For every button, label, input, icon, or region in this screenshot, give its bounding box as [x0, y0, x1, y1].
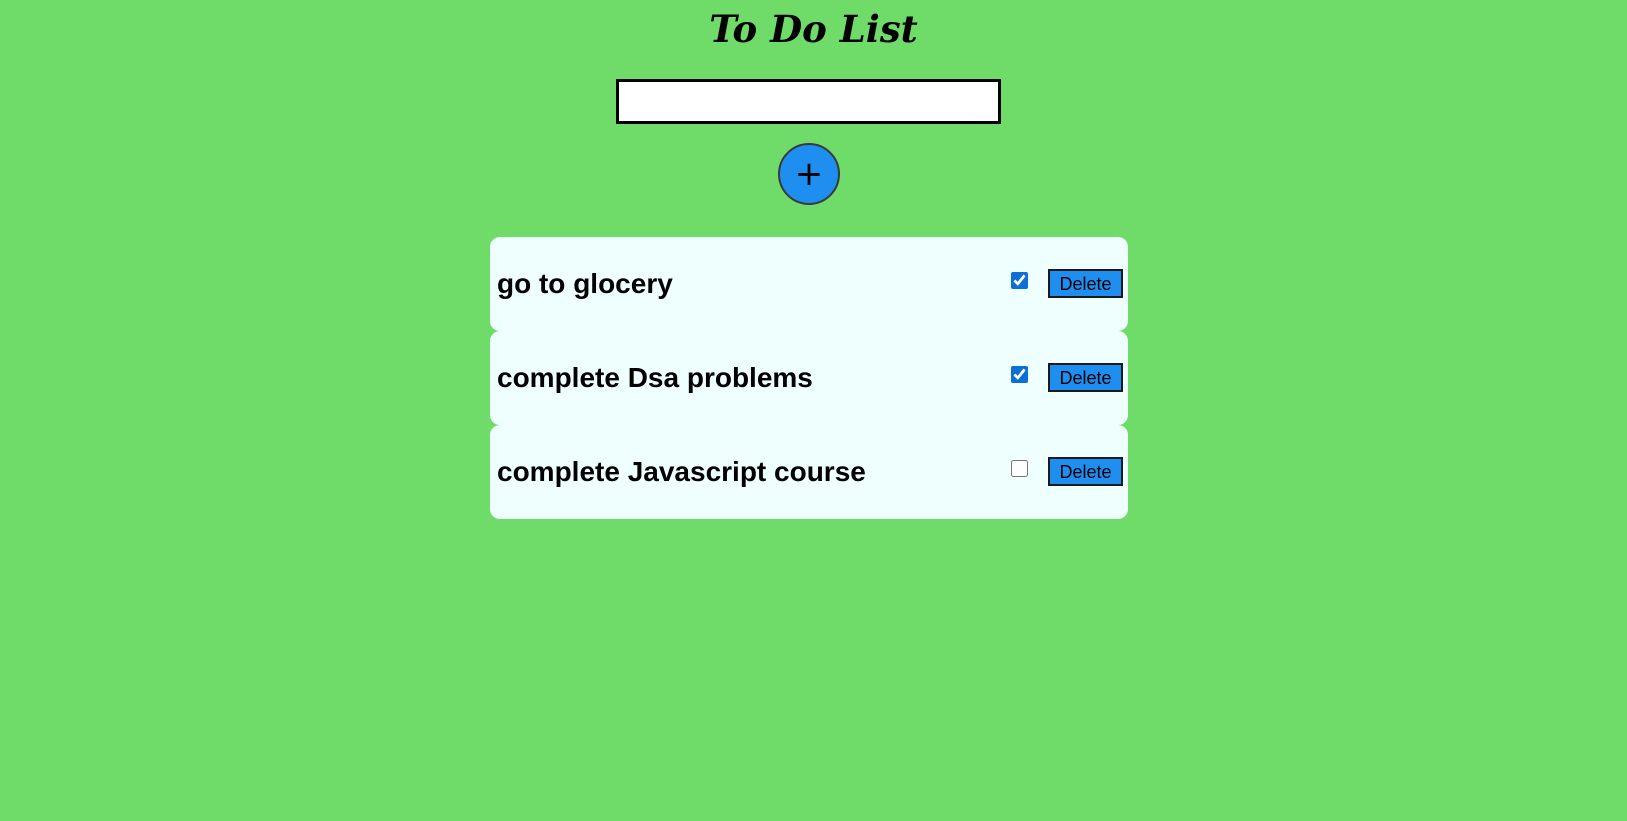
todo-app: To Do List + go to glocery Delete comple…: [0, 0, 1627, 821]
delete-task-button[interactable]: Delete: [1048, 457, 1123, 486]
task-text: complete Dsa problems: [497, 362, 813, 393]
add-task-button[interactable]: +: [778, 143, 840, 205]
delete-task-button[interactable]: Delete: [1048, 363, 1123, 392]
page-title: To Do List: [709, 7, 918, 51]
delete-task-button[interactable]: Delete: [1048, 269, 1123, 298]
task-done-checkbox[interactable]: [1011, 272, 1028, 289]
task-item: complete Dsa problems Delete: [490, 331, 1128, 425]
task-input[interactable]: [616, 79, 1001, 124]
task-done-checkbox[interactable]: [1011, 460, 1028, 477]
task-done-checkbox[interactable]: [1011, 366, 1028, 383]
task-item: complete Javascript course Delete: [490, 425, 1128, 519]
task-item: go to glocery Delete: [490, 237, 1128, 331]
task-list: go to glocery Delete complete Dsa proble…: [490, 237, 1128, 519]
task-text: go to glocery: [497, 268, 673, 299]
task-text: complete Javascript course: [497, 456, 866, 487]
